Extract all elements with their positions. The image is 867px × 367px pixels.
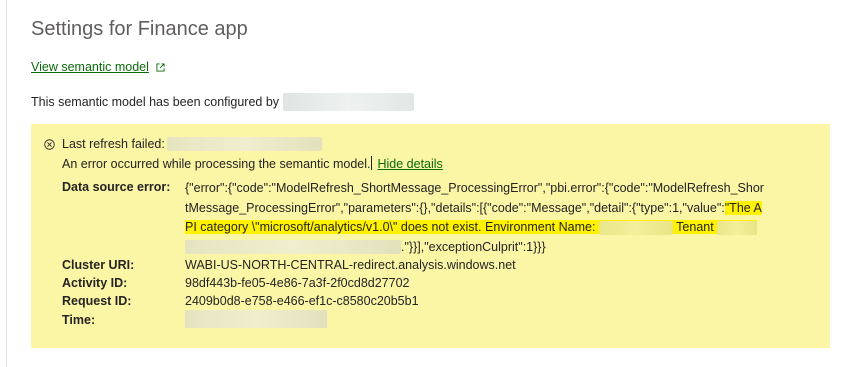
error-circle-x-icon [44, 139, 55, 150]
text-cursor [371, 156, 373, 170]
last-refresh-failed: Last refresh failed: [62, 137, 322, 151]
external-link-icon [156, 62, 165, 72]
redacted-tenant-id [185, 240, 401, 255]
redacted-owner [283, 93, 415, 111]
time-label: Time: [62, 313, 96, 327]
cluster-uri-value: WABI-US-NORTH-CENTRAL-redirect.analysis.… [185, 258, 516, 272]
data-source-error-value: {"error":{"code":"ModelRefresh_ShortMess… [185, 179, 831, 257]
error-message-text: An error occurred while processing the s… [62, 157, 371, 171]
page-title: Settings for Finance app [31, 18, 248, 40]
last-refresh-failed-label: Last refresh failed: [62, 137, 165, 151]
data-source-line-2: tMessage_ProcessingError","parameters":{… [185, 199, 831, 219]
redacted-time-value [185, 310, 327, 328]
configured-by-label: This semantic model has been configured … [31, 95, 280, 109]
cluster-uri-label: Cluster URI: [62, 258, 135, 272]
view-semantic-model-label: View semantic model [31, 60, 149, 74]
refresh-error-panel: Last refresh failed: An error occurred w… [31, 124, 830, 348]
request-id-label: Request ID: [62, 294, 132, 308]
hide-details-link[interactable]: Hide details [377, 157, 442, 171]
highlighted-text-2a: PI category \"microsoft/analytics/v1.0\"… [185, 220, 596, 234]
data-source-line-3: PI category \"microsoft/analytics/v1.0\"… [185, 218, 831, 238]
highlighted-text-2b: Tenant [676, 220, 714, 234]
data-source-line-4-text: ."}}],"exceptionCulprit":1}}} [401, 239, 546, 254]
data-source-error-label: Data source error: [62, 180, 171, 194]
data-source-line-4: ."}}],"exceptionCulprit":1}}} [185, 238, 831, 258]
highlighted-text-1: "The A [724, 200, 762, 215]
activity-id-label: Activity ID: [62, 276, 128, 290]
configured-by-text: This semantic model has been configured … [31, 93, 415, 111]
highlighted-text-2: PI category \"microsoft/analytics/v1.0\"… [185, 220, 758, 235]
error-message: An error occurred while processing the s… [62, 156, 443, 171]
redacted-environment-name [598, 220, 673, 235]
redacted-tenant [717, 220, 758, 235]
redacted-refresh-time [166, 137, 322, 151]
data-source-line-2-text: tMessage_ProcessingError","parameters":{… [185, 200, 725, 215]
view-semantic-model-link[interactable]: View semantic model [31, 60, 165, 74]
data-source-line-1: {"error":{"code":"ModelRefresh_ShortMess… [185, 181, 764, 195]
activity-id-value: 98df443b-fe05-4e86-7a3f-2f0cd8d27702 [185, 276, 410, 290]
request-id-value: 2409b0d8-e758-e466-ef1c-c8580c20b5b1 [185, 294, 419, 308]
left-divider [6, 0, 7, 367]
